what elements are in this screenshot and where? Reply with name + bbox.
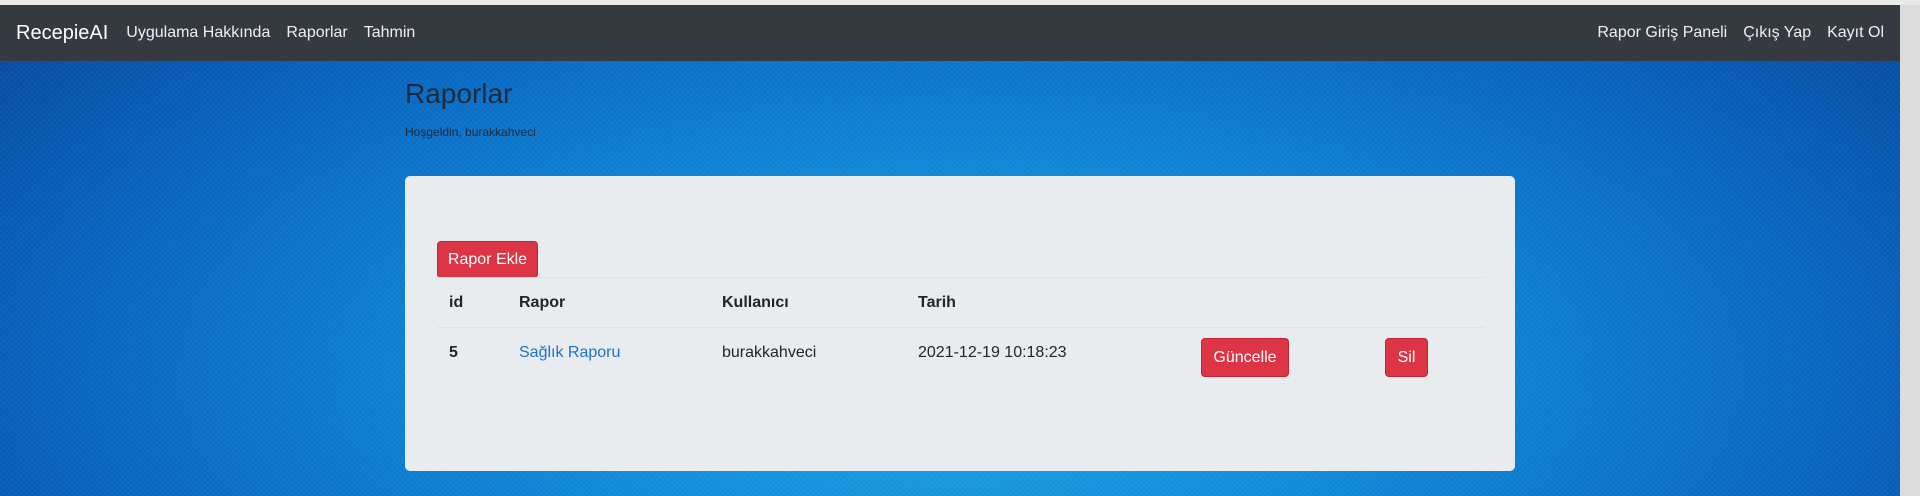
cell-tarih: 2021-12-19 10:18:23: [918, 344, 1067, 361]
nav-link-kayit-ol[interactable]: Kayıt Ol: [1827, 24, 1884, 42]
navbar-left: RecepieAI Uygulama Hakkında Raporlar Tah…: [0, 22, 431, 45]
page-title: Raporlar: [405, 78, 513, 109]
vertical-scrollbar[interactable]: [1900, 5, 1920, 496]
update-button[interactable]: Güncelle: [1201, 338, 1289, 377]
header-rapor: Rapor: [519, 294, 566, 311]
navbar-right: Rapor Giriş Paneli Çıkış Yap Kayıt Ol: [1581, 24, 1900, 42]
navbar: RecepieAI Uygulama Hakkında Raporlar Tah…: [0, 5, 1900, 61]
reports-card: Rapor Ekle id Rapor Kullanıcı Tarih 5 Sa…: [405, 176, 1515, 471]
nav-link-cikis-yap[interactable]: Çıkış Yap: [1743, 24, 1811, 42]
nav-link-tahmin[interactable]: Tahmin: [364, 24, 416, 42]
nav-link-rapor-giris-paneli[interactable]: Rapor Giriş Paneli: [1597, 24, 1727, 42]
cell-id: 5: [449, 344, 458, 361]
reports-table: id Rapor Kullanıcı Tarih 5 Sağlık Raporu…: [437, 277, 1484, 391]
header-id: id: [449, 294, 464, 311]
nav-link-raporlar[interactable]: Raporlar: [286, 24, 347, 42]
header-kullanici: Kullanıcı: [722, 294, 789, 311]
report-link[interactable]: Sağlık Raporu: [519, 344, 620, 362]
table-header-row: id Rapor Kullanıcı Tarih: [437, 277, 1484, 327]
header-tarih: Tarih: [918, 294, 956, 311]
cell-kullanici: burakkahveci: [722, 344, 817, 361]
welcome-text: Hoşgeldin, burakkahveci: [405, 125, 536, 139]
navbar-brand[interactable]: RecepieAI: [16, 22, 108, 45]
delete-button[interactable]: Sil: [1385, 338, 1428, 377]
table-row: 5 Sağlık Raporu burakkahveci 2021-12-19 …: [437, 327, 1484, 391]
nav-link-uygulama-hakkinda[interactable]: Uygulama Hakkında: [126, 24, 270, 42]
add-report-button[interactable]: Rapor Ekle: [437, 241, 538, 278]
